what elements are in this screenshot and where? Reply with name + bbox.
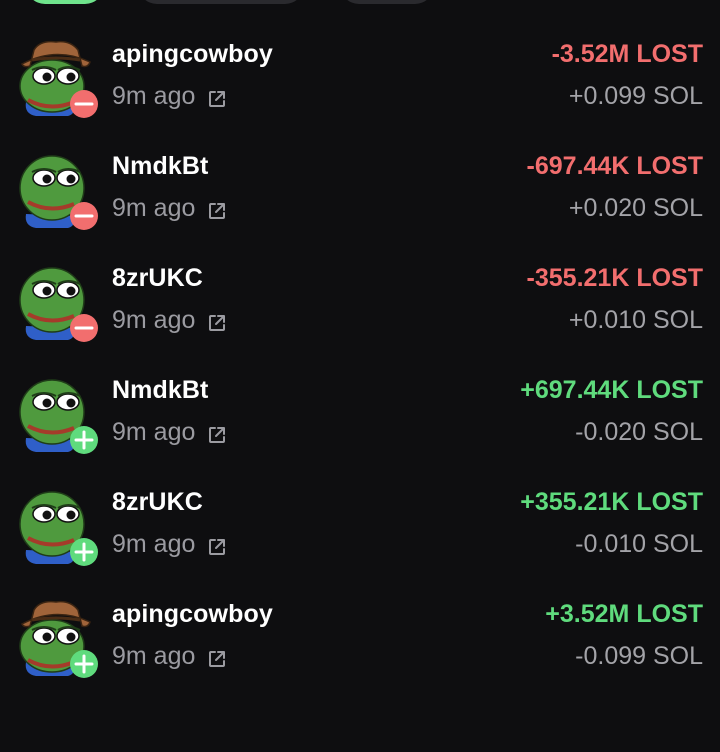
trade-row-2[interactable]: NmdkBt 9m ago -697.44K LOST +0.020 SOL [0, 148, 720, 260]
trade-time-text: 9m ago [112, 642, 196, 670]
external-link-icon[interactable] [207, 423, 227, 443]
trade-time[interactable]: 9m ago [112, 530, 227, 559]
filter-tabs [0, 0, 720, 10]
sol-amount: -0.020 SOL [575, 418, 703, 446]
trade-row-4[interactable]: NmdkBt 9m ago +697.44K LOST -0.020 SOL [0, 372, 720, 484]
filter-tab[interactable] [340, 0, 434, 4]
trade-time[interactable]: 9m ago [112, 82, 227, 111]
trade-list: apingcowboy 9m ago -3.52M LOST +0.099 SO… [0, 36, 720, 708]
sol-amount: +0.099 SOL [568, 82, 703, 110]
trade-row-3[interactable]: 8zrUKC 9m ago -355.21K LOST +0.010 SOL [0, 260, 720, 372]
cowboy-frog-avatar[interactable] [16, 598, 98, 678]
sol-amount: -0.099 SOL [575, 642, 703, 670]
trade-time-text: 9m ago [112, 418, 196, 446]
external-link-icon[interactable] [207, 535, 227, 555]
token-amount: +697.44K LOST [520, 376, 703, 404]
trade-row-1[interactable]: apingcowboy 9m ago -3.52M LOST +0.099 SO… [0, 36, 720, 148]
frog-avatar[interactable] [16, 150, 98, 230]
sol-amount: -0.010 SOL [575, 530, 703, 558]
external-link-icon[interactable] [207, 87, 227, 107]
trader-name[interactable]: 8zrUKC [112, 264, 203, 293]
external-link-icon[interactable] [207, 199, 227, 219]
token-amount: -3.52M LOST [551, 40, 703, 68]
trade-time[interactable]: 9m ago [112, 642, 227, 671]
trader-name[interactable]: 8zrUKC [112, 488, 203, 517]
trade-time-text: 9m ago [112, 530, 196, 558]
trade-time-text: 9m ago [112, 306, 196, 334]
filter-tab[interactable] [138, 0, 304, 4]
frog-avatar[interactable] [16, 486, 98, 566]
trader-name[interactable]: NmdkBt [112, 376, 208, 405]
cowboy-frog-avatar[interactable] [16, 38, 98, 118]
sol-amount: +0.020 SOL [568, 194, 703, 222]
external-link-icon[interactable] [207, 647, 227, 667]
trade-row-5[interactable]: 8zrUKC 9m ago +355.21K LOST -0.010 SOL [0, 484, 720, 596]
frog-avatar[interactable] [16, 262, 98, 342]
token-amount: +3.52M LOST [545, 600, 703, 628]
trade-time[interactable]: 9m ago [112, 306, 227, 335]
token-amount: -697.44K LOST [526, 152, 703, 180]
frog-avatar[interactable] [16, 374, 98, 454]
trader-name[interactable]: apingcowboy [112, 600, 273, 629]
trade-time-text: 9m ago [112, 194, 196, 222]
external-link-icon[interactable] [207, 311, 227, 331]
token-amount: +355.21K LOST [520, 488, 703, 516]
filter-tab-active[interactable] [26, 0, 104, 4]
trade-time[interactable]: 9m ago [112, 194, 227, 223]
sol-amount: +0.010 SOL [568, 306, 703, 334]
token-amount: -355.21K LOST [526, 264, 703, 292]
trade-time-text: 9m ago [112, 82, 196, 110]
trade-row-6[interactable]: apingcowboy 9m ago +3.52M LOST -0.099 SO… [0, 596, 720, 708]
trader-name[interactable]: apingcowboy [112, 40, 273, 69]
trader-name[interactable]: NmdkBt [112, 152, 208, 181]
trade-time[interactable]: 9m ago [112, 418, 227, 447]
